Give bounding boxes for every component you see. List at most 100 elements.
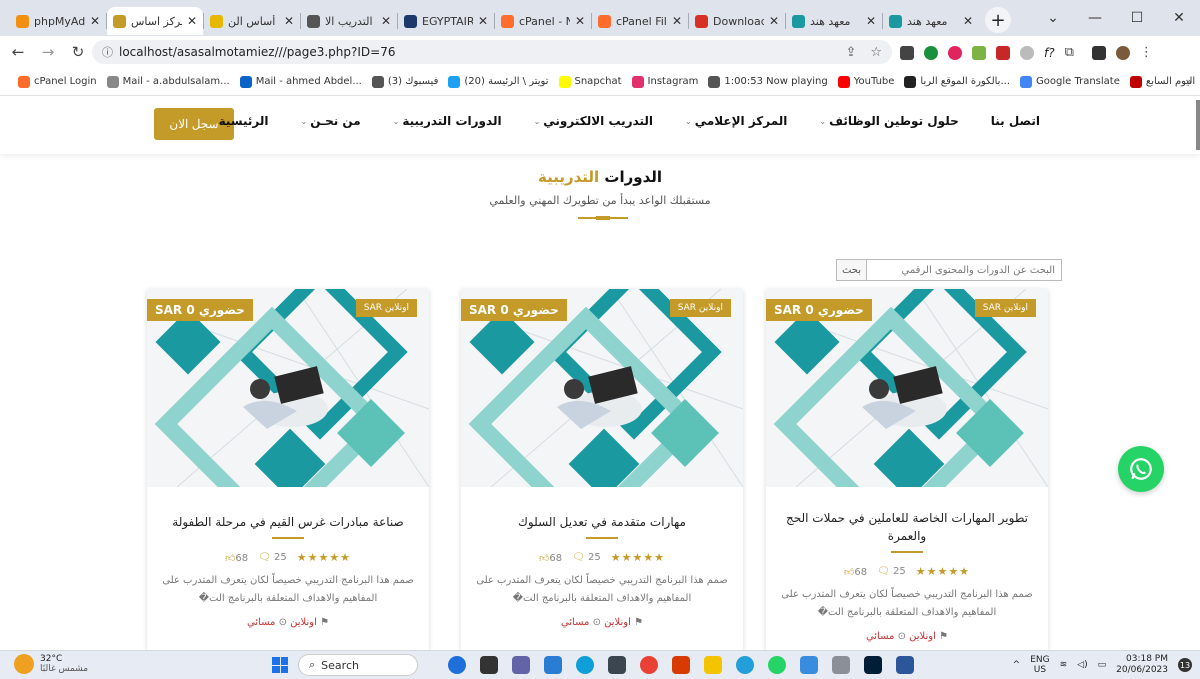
nav-item[interactable]: المركز الإعلامي ⌄ xyxy=(685,114,787,128)
battery-icon[interactable]: ▭ xyxy=(1098,660,1107,670)
nav-item[interactable]: من نحـن ⌄ xyxy=(300,114,360,128)
forward-icon[interactable]: → xyxy=(36,43,60,61)
url-field[interactable]: ⓘ localhost/asasalmotamiez///page3.php?I… xyxy=(92,40,892,64)
clock[interactable]: 03:18 PM 20/06/2023 xyxy=(1116,654,1168,676)
tab-search-icon[interactable]: ⌄ xyxy=(1032,10,1074,26)
course-card[interactable]: حضوري 0 SAR اونلاين SAR صناعة مبادرات غرس … xyxy=(147,289,429,650)
close-window-button[interactable]: ✕ xyxy=(1158,10,1200,26)
telegram-app-icon[interactable] xyxy=(736,656,754,674)
browser-tab[interactable]: cPanel - N ✕ xyxy=(495,7,591,35)
bookmark-item[interactable]: Snapchat xyxy=(558,75,622,88)
whatsapp-button[interactable] xyxy=(1118,446,1164,492)
reload-icon[interactable]: ↻ xyxy=(66,43,90,61)
extension-icon[interactable] xyxy=(924,45,938,60)
nav-item[interactable]: الرئيسية xyxy=(219,114,269,128)
scrollbar-thumb[interactable] xyxy=(1196,100,1200,150)
info-icon[interactable]: ⓘ xyxy=(102,44,113,60)
search-button[interactable]: بحث xyxy=(836,259,866,281)
tab-close-icon[interactable]: ✕ xyxy=(866,14,876,28)
back-icon[interactable]: ← xyxy=(6,43,30,61)
nav-item[interactable]: حلول توطين الوظائف ⌄ xyxy=(819,114,958,128)
menu-kebab-icon[interactable]: ⋮ xyxy=(1140,45,1153,60)
new-tab-button[interactable]: + xyxy=(985,7,1011,33)
nav-item[interactable]: الدورات التدريبية ⌄ xyxy=(393,114,502,128)
pdf-extension-icon[interactable] xyxy=(996,45,1010,60)
course-title[interactable]: مهارات متقدمة في تعديل السلوك xyxy=(479,513,725,531)
extensions-puzzle-icon[interactable]: ⧉ xyxy=(1065,45,1074,60)
bookmark-item[interactable]: 1:00:53 Now playing xyxy=(708,75,828,88)
course-image[interactable]: حضوري 0 SAR اونلاين SAR xyxy=(766,289,1048,487)
whatsapp-app-icon[interactable] xyxy=(768,656,786,674)
bookmark-star-icon[interactable]: ☆ xyxy=(870,45,882,60)
task-view-icon[interactable] xyxy=(480,656,498,674)
course-card[interactable]: حضوري 0 SAR اونلاين SAR مهارات متقدمة في ت… xyxy=(461,289,743,650)
bookmark-item[interactable]: YouTube xyxy=(837,75,894,88)
language-indicator[interactable]: ENG US xyxy=(1030,655,1049,675)
extension-icon[interactable] xyxy=(972,45,986,60)
bookmark-item[interactable]: Mail - a.abdulsalam... xyxy=(106,75,230,88)
minimize-button[interactable]: — xyxy=(1074,10,1116,26)
bookmark-item[interactable]: بالكورة الموقع الربا... xyxy=(904,75,1010,88)
wifi-icon[interactable]: ≋ xyxy=(1060,660,1068,670)
windows-start-icon[interactable] xyxy=(272,657,288,673)
course-title[interactable]: تطوير المهارات الخاصة للعاملين في حملات … xyxy=(784,509,1030,545)
sidebar-icon[interactable] xyxy=(1091,45,1106,60)
browser-tab[interactable]: Download ✕ xyxy=(689,7,785,35)
course-card[interactable]: حضوري 0 SAR اونلاين SAR تطوير المهارات الخ… xyxy=(766,289,1048,650)
course-image[interactable]: حضوري 0 SAR اونلاين SAR xyxy=(461,289,743,487)
dell-app-icon[interactable] xyxy=(608,656,626,674)
browser-tab[interactable]: cPanel Fil ✕ xyxy=(592,7,688,35)
tab-close-icon[interactable]: ✕ xyxy=(575,14,585,28)
course-title[interactable]: صناعة مبادرات غرس القيم في مرحلة الطفولة xyxy=(165,513,411,531)
browser-tab[interactable]: EGYPTAIR ✕ xyxy=(398,7,494,35)
office-app-icon[interactable] xyxy=(672,656,690,674)
bookmark-item[interactable]: Instagram xyxy=(631,75,698,88)
tab-close-icon[interactable]: ✕ xyxy=(381,14,391,28)
notepad-app-icon[interactable] xyxy=(800,656,818,674)
dell-app-icon[interactable] xyxy=(448,656,466,674)
tab-close-icon[interactable]: ✕ xyxy=(187,14,197,28)
widgets-app-icon[interactable] xyxy=(544,656,562,674)
tab-close-icon[interactable]: ✕ xyxy=(672,14,682,28)
browser-tab[interactable]: أساس الن ✕ xyxy=(204,7,300,35)
weather-widget[interactable]: 32°C مشمس غالبًا xyxy=(14,654,88,674)
word-app-icon[interactable] xyxy=(896,656,914,674)
photoshop-app-icon[interactable] xyxy=(864,656,882,674)
browser-tab[interactable]: phpMyAd ✕ xyxy=(10,7,106,35)
share-icon[interactable]: ⇪ xyxy=(845,45,856,60)
bookmark-item[interactable]: (3) فيسبوك xyxy=(371,75,438,88)
edge-app-icon[interactable] xyxy=(576,656,594,674)
tab-close-icon[interactable]: ✕ xyxy=(90,14,100,28)
tab-close-icon[interactable]: ✕ xyxy=(963,14,973,28)
more-bookmarks-icon[interactable]: » xyxy=(1185,75,1192,88)
taskbar-search[interactable]: ⌕ Search xyxy=(298,654,418,676)
nav-item[interactable]: اتصل بنا xyxy=(991,114,1040,128)
tab-close-icon[interactable]: ✕ xyxy=(769,14,779,28)
notification-badge[interactable]: 13 xyxy=(1178,658,1192,672)
browser-tab[interactable]: التدريب الا ✕ xyxy=(301,7,397,35)
chrome-app-icon[interactable] xyxy=(640,656,658,674)
calculator-app-icon[interactable] xyxy=(832,656,850,674)
tab-close-icon[interactable]: ✕ xyxy=(284,14,294,28)
file-explorer-icon[interactable] xyxy=(704,656,722,674)
formula-extension-icon[interactable]: f? xyxy=(1044,46,1055,60)
chat-app-icon[interactable] xyxy=(512,656,530,674)
bookmark-item[interactable]: (20) تويتر \ الرئيسة xyxy=(448,75,549,88)
course-image[interactable]: حضوري 0 SAR اونلاين SAR xyxy=(147,289,429,487)
extension-icon[interactable] xyxy=(900,45,914,60)
profile-avatar[interactable] xyxy=(1115,45,1130,60)
tab-close-icon[interactable]: ✕ xyxy=(478,14,488,28)
nav-item[interactable]: التدريب الالكتروني ⌄ xyxy=(534,114,653,128)
volume-icon[interactable]: ◁) xyxy=(1077,660,1087,670)
browser-tab[interactable]: معهد هند ✕ xyxy=(883,7,979,35)
extension-icon[interactable] xyxy=(948,45,962,60)
bookmark-item[interactable]: cPanel Login xyxy=(18,75,97,88)
extension-icon[interactable] xyxy=(1020,45,1034,60)
browser-tab[interactable]: معهد هند ✕ xyxy=(786,7,882,35)
bookmark-item[interactable]: Google Translate xyxy=(1020,75,1120,88)
maximize-button[interactable]: ☐ xyxy=(1116,10,1158,26)
tray-chevron-icon[interactable]: ^ xyxy=(1013,660,1021,670)
browser-tab[interactable]: مركز اساس ✕ xyxy=(107,7,203,35)
bookmark-item[interactable]: Mail - ahmed Abdel... xyxy=(239,75,362,88)
course-search-input[interactable]: البحث عن الدورات والمحتوى الرقمي xyxy=(866,259,1062,281)
